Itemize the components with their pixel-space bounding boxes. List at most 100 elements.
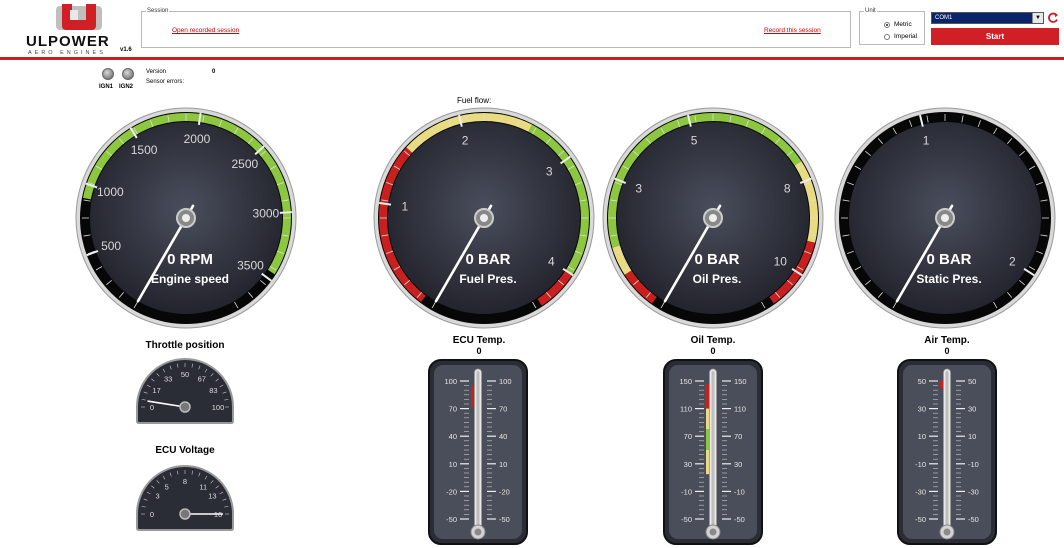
gauge-tick-label: 2 — [462, 133, 469, 147]
unit-legend: Unit — [865, 8, 876, 14]
thermometer-tick-label: 40 — [499, 432, 507, 441]
thermometer-tick-label: -30 — [915, 487, 926, 496]
oil-temp-value: 0 — [710, 346, 716, 356]
static-pressure-gauge: 1 2 0 BAR Static Pres. — [834, 107, 1056, 329]
air-temp-value: 0 — [944, 346, 950, 356]
thermometer-tick-label: 30 — [684, 460, 692, 469]
thermometer-tick-label: 10 — [918, 432, 926, 441]
unit-metric-label: Metric — [894, 21, 912, 28]
thermometer-tick-label: -10 — [681, 487, 692, 496]
com-port-select[interactable]: COM1 ▼ — [931, 12, 1044, 24]
chevron-down-icon[interactable]: ▼ — [1032, 13, 1043, 23]
sensor-errors-label: Sensor errors: — [146, 79, 185, 85]
thermometer-tick-label: -20 — [446, 487, 457, 496]
gauge-name-text: Oil Pres. — [693, 272, 742, 286]
com-port-value: COM1 — [935, 15, 953, 21]
gauge-hub-center — [709, 214, 717, 222]
radio-dot-icon — [884, 33, 890, 40]
record-session-link[interactable]: Record this session — [764, 27, 821, 34]
thermometer-tick-label: 40 — [449, 432, 457, 441]
gauge-tick-label: 1 — [401, 200, 408, 214]
oil-temp-title: Oil Temp. — [690, 335, 736, 346]
small-gauge-tick-label: 0 — [150, 510, 154, 519]
unit-imperial-label: Imperial — [894, 33, 918, 40]
version-label: Version — [146, 69, 167, 75]
ecu-voltage-title: ECU Voltage — [155, 445, 215, 456]
gauge-value-text: 0 RPM — [167, 251, 213, 268]
logo-subtext: AERO ENGINES — [28, 50, 106, 56]
small-gauge-hub — [179, 508, 191, 520]
throttle-position-title: Throttle position — [145, 340, 225, 351]
ign1-led — [102, 68, 114, 80]
gauge-tick-label: 1000 — [97, 185, 124, 199]
gauge-tick-label: 8 — [784, 181, 791, 195]
gauge-major-tick — [279, 211, 292, 214]
thermometer-bulb-core — [943, 528, 951, 536]
small-gauge-face — [136, 358, 234, 424]
thermometer-tick-label: 110 — [680, 405, 692, 414]
gauge-hub-center — [480, 214, 488, 222]
small-gauge-tick-label: 0 — [150, 403, 154, 412]
thermometer-tick-label: 10 — [449, 460, 457, 469]
throttle-position-gauge: 0 17 33 50 6783 100 — [136, 358, 234, 424]
gauge-tick-label: 4 — [548, 254, 555, 268]
gauge-tick-label: 1 — [923, 133, 930, 147]
small-gauge-tick-label: 8 — [183, 477, 187, 486]
thermometer-tick-label: 150 — [679, 377, 692, 386]
thermometer-tick-label: 10 — [499, 460, 507, 469]
small-gauge-tick-label: 33 — [164, 375, 172, 384]
logo-text: ULPOWER — [26, 33, 110, 50]
thermometer-tick-label: -50 — [499, 515, 510, 524]
version-value: 0 — [212, 69, 216, 75]
gauge-tick-label: 5 — [691, 133, 698, 147]
header-bar: ULPOWER AERO ENGINES v1.6 Session Open r… — [0, 0, 1064, 58]
thermometer-tick-label: 50 — [918, 377, 926, 386]
oil-temp-thermometer: 150 150 110 110 70 70 30 30 -10 -10 -50 -50 — [663, 359, 763, 545]
logo-mark-icon — [56, 4, 102, 30]
air-temp-title: Air Temp. — [924, 335, 970, 346]
gauge-tick-label: 3 — [546, 165, 553, 179]
gauge-name-text: Static Pres. — [916, 272, 981, 286]
thermometer-bulb-core — [709, 528, 717, 536]
thermometer-tick-label: 100 — [444, 377, 457, 386]
header-divider — [0, 57, 1064, 60]
ulpower-logo: ULPOWER AERO ENGINES v1.6 — [24, 2, 134, 56]
ign1-label: IGN1 — [99, 84, 114, 90]
thermometer-tick-label: 70 — [499, 405, 507, 414]
thermometer-tick-label: -50 — [968, 515, 979, 524]
small-gauge-tick-label: 11 — [199, 483, 207, 492]
thermometer-tick-label: 30 — [968, 405, 976, 414]
oil-pressure-gauge: 3 5 8 10 0 BAR Oil Pres. — [602, 107, 824, 329]
thermometer-tick-label: 10 — [968, 432, 976, 441]
thermometer-tick-label: -10 — [915, 460, 926, 469]
gauge-tick-label: 3 — [635, 181, 642, 195]
gauge-name-text: Fuel Pres. — [459, 272, 516, 286]
small-gauge-tick-label: 5 — [165, 483, 169, 492]
small-gauge-tick-label: 67 — [198, 375, 206, 384]
refresh-icon[interactable] — [1047, 12, 1059, 24]
small-gauge-tick-label: 3 — [155, 492, 159, 501]
gauge-tick-label: 10 — [774, 254, 788, 268]
small-gauge-face — [136, 465, 234, 531]
thermometer-tick-label: -30 — [968, 487, 979, 496]
unit-imperial-radio[interactable]: Imperial — [884, 33, 917, 40]
gauge-value-text: 0 BAR — [694, 251, 739, 268]
thermometer-tick-label: -10 — [734, 487, 745, 496]
thermometer-tick-label: -20 — [499, 487, 510, 496]
fuel-flow-label: Fuel flow: — [457, 96, 492, 105]
radio-dot-icon — [884, 21, 890, 28]
gauge-tick-label: 3500 — [237, 258, 264, 272]
logo-version: v1.6 — [120, 47, 132, 53]
gauge-tick-label: 3000 — [253, 207, 280, 221]
session-legend: Session — [147, 8, 169, 14]
gauge-hub-center — [941, 214, 949, 222]
small-gauge-tick-label: 83 — [209, 386, 217, 395]
open-recorded-session-link[interactable]: Open recorded session — [172, 27, 239, 34]
start-button[interactable]: Start — [931, 28, 1059, 45]
thermometer-tick-label: 70 — [734, 432, 742, 441]
thermometer-tick-label: 70 — [684, 432, 692, 441]
gauge-tick-label: 2500 — [232, 157, 259, 171]
ecu-temp-title: ECU Temp. — [452, 335, 506, 346]
unit-metric-radio[interactable]: Metric — [884, 21, 912, 28]
thermometer-tick-label: -50 — [681, 515, 692, 524]
